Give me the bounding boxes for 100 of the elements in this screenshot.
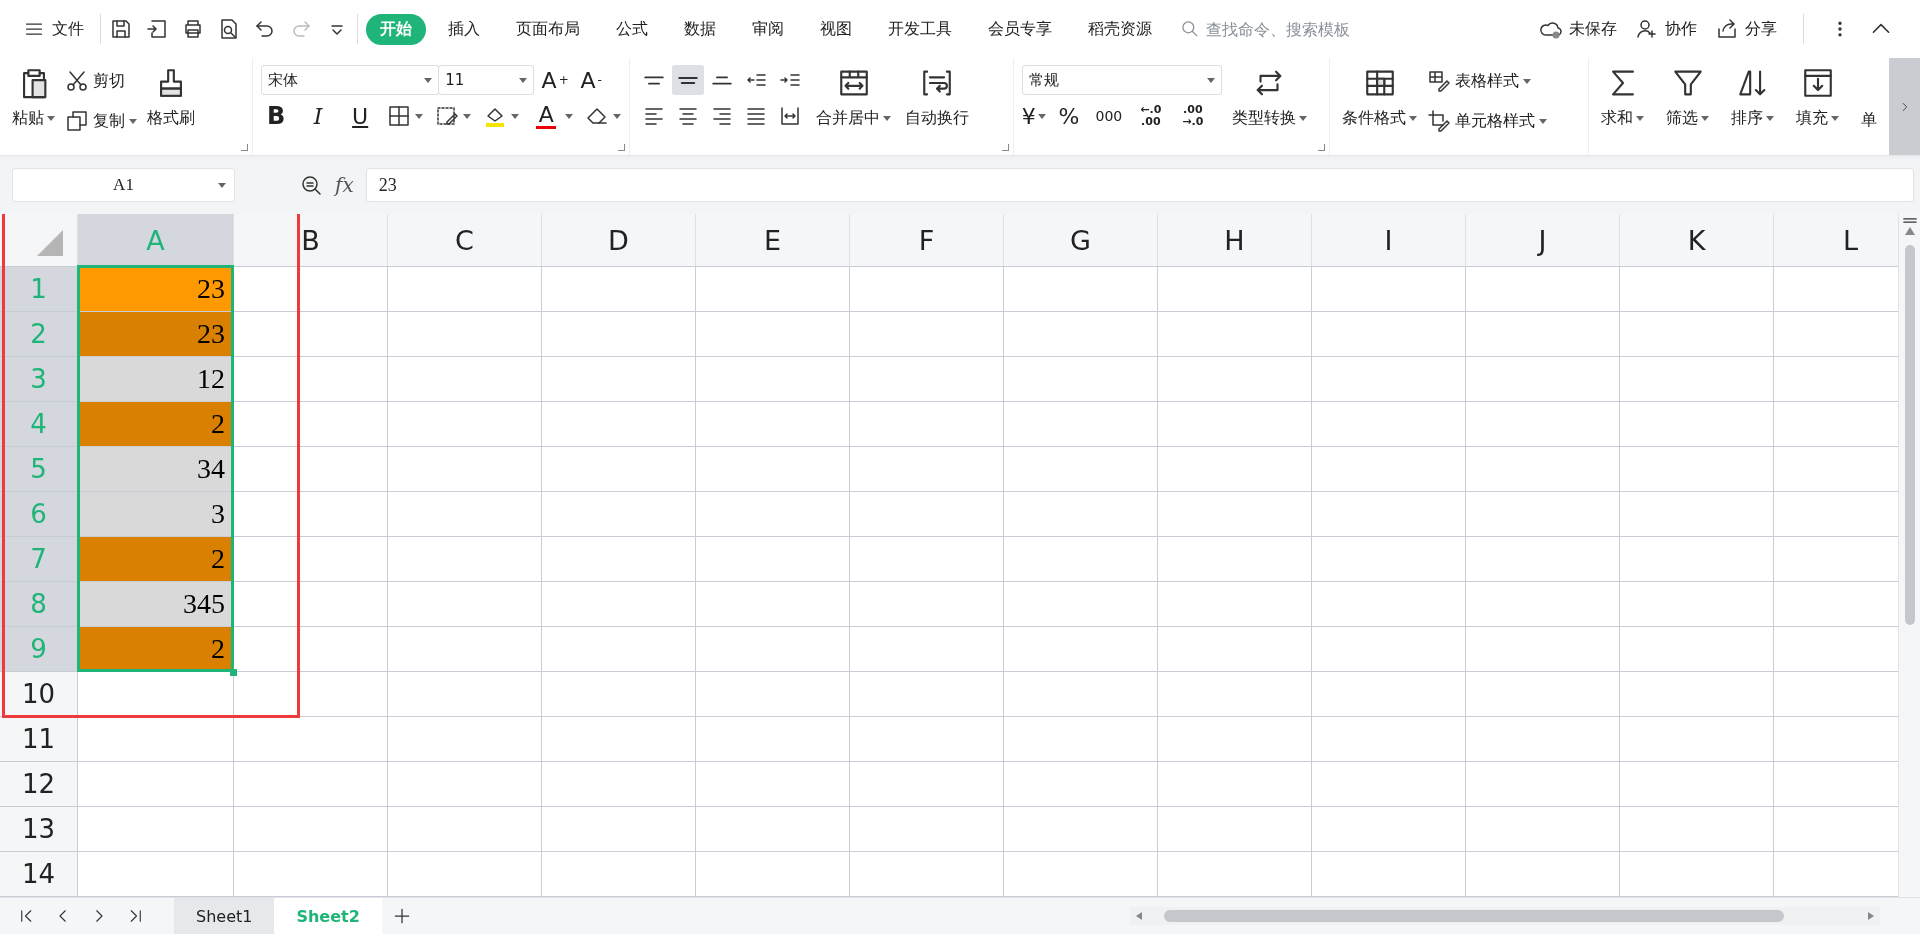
increase-font-button[interactable]: A$^{+}$ [540,65,571,95]
table-cell[interactable]: 345 [77,582,233,626]
column-header[interactable]: H [1157,214,1311,266]
column-header[interactable]: G [1003,214,1157,266]
ribbon-tab[interactable]: 会员专享 [974,13,1066,45]
export-icon[interactable] [145,17,169,41]
copy-button[interactable]: 复制 [65,106,137,136]
caret-icon [613,113,622,119]
ribbon-tab[interactable]: 页面布局 [502,13,594,45]
percent-button[interactable]: % [1053,101,1084,131]
vertical-align-button[interactable] [672,65,705,95]
caret-icon [1037,113,1046,119]
table-cell[interactable]: 12 [77,357,233,401]
align-top-icon [644,75,665,85]
decrease-decimal-button[interactable]: .00 →.0 [1175,104,1210,128]
horizontal-scrollbar[interactable] [1130,907,1880,925]
table-brush-icon [1427,69,1452,93]
caret-icon [565,113,574,119]
name-box[interactable]: A1 [12,168,235,202]
caret-icon [415,113,424,119]
column-header[interactable]: J [1465,214,1619,266]
save-status-button[interactable]: 未保存 [1539,17,1617,41]
function-label[interactable]: fx [335,173,354,197]
format-cell-icon [435,104,460,128]
table-cell[interactable]: 2 [77,402,233,446]
scroll-left-icon[interactable] [1136,912,1142,920]
sum-button[interactable]: 求和 [1597,62,1649,155]
scroll-right-icon[interactable] [1868,912,1874,920]
column-header[interactable]: C [387,214,541,266]
row-header[interactable]: 10 [0,672,77,716]
column-header[interactable]: D [541,214,695,266]
increase-decimal-button[interactable]: ←.0 .00 [1133,104,1168,128]
table-cell[interactable]: 3 [77,492,233,536]
search-field[interactable]: 查找命令、搜索模板 [1204,18,1398,40]
vertical-scrollbar[interactable] [1898,214,1920,897]
align-middle-icon [678,75,699,85]
paste-button[interactable]: 粘贴 [8,62,59,155]
ribbon-tab[interactable]: 公式 [602,13,662,45]
column-header[interactable]: E [695,214,849,266]
cut-off-label: 单 [1860,109,1879,131]
decrease-font-button[interactable]: A$^{-}$ [576,65,607,95]
grip-icon [1902,218,1917,223]
cut-button[interactable]: 剪切 [65,66,137,96]
underline-button[interactable]: U [345,101,376,131]
caret-icon [1206,77,1215,83]
row-header[interactable]: 12 [0,762,77,806]
bold-button[interactable]: B [261,101,292,131]
format-painter-button[interactable]: 格式刷 [143,62,199,155]
number-format-select[interactable]: 常规 [1021,65,1222,95]
fill-button[interactable]: 填充 [1792,62,1844,155]
ribbon-tab[interactable]: 插入 [434,13,494,45]
formula-field[interactable]: 23 [365,168,1914,202]
share-button[interactable]: 分享 [1715,17,1777,41]
font-size-select[interactable]: 11 [438,65,535,95]
table-cell[interactable]: 23 [77,312,233,356]
ribbon-tab[interactable]: 审阅 [738,13,798,45]
caret-icon [1523,78,1532,84]
merge-center-button[interactable]: 合并居中 [812,62,896,155]
table-style-button[interactable]: 表格样式 [1427,66,1548,96]
file-menu[interactable]: 文件 [16,14,92,44]
caret-icon [519,77,528,83]
table-cell[interactable]: 2 [77,537,233,581]
thousands-button[interactable]: 000 [1091,101,1126,131]
caret-icon [1766,116,1775,121]
caret-icon [463,113,472,119]
table-cell[interactable]: 34 [77,447,233,491]
column-header[interactable]: F [849,214,1003,266]
filter-button[interactable]: 筛选 [1662,62,1714,155]
convert-type-button[interactable]: 类型转换 [1227,62,1311,155]
fill-handle[interactable] [230,669,237,676]
table-cell[interactable]: 2 [77,627,233,671]
ribbon-tab[interactable]: 数据 [670,13,730,45]
font-name-select[interactable]: 宋体 [261,65,440,95]
share-icon [1715,17,1739,41]
italic-button[interactable]: I [303,101,334,131]
caret-icon [129,118,137,124]
cell-style-button[interactable]: 单元格样式 [1427,106,1548,136]
sheet-tab[interactable]: Sheet1 [174,898,275,934]
zoom-icon[interactable] [299,173,323,197]
currency-button[interactable]: ¥ [1021,101,1046,131]
ribbon-tab[interactable]: 视图 [806,13,866,45]
table-cell[interactable]: 23 [77,267,233,311]
wrap-text-button[interactable]: 自动换行 [901,62,974,155]
ribbon-tab[interactable]: 稻壳资源 [1074,13,1166,45]
column-header[interactable]: B [233,214,387,266]
row-header[interactable]: 13 [0,807,77,851]
ribbon-tab[interactable]: 开发工具 [874,13,966,45]
cell-brush-icon [1427,109,1452,133]
font-color-button[interactable]: A [531,101,574,131]
scroll-up-icon[interactable] [1904,227,1915,235]
caret-icon [1831,116,1840,121]
save-icon[interactable] [109,17,133,41]
caret-icon [1409,116,1418,121]
row-header[interactable]: 11 [0,717,77,761]
row-header[interactable]: 14 [0,852,77,896]
sort-button[interactable]: 排序 [1727,62,1779,155]
column-header[interactable]: I [1311,214,1465,266]
conditional-format-button[interactable]: 条件格式 [1338,62,1422,155]
collaborate-button[interactable]: 协作 [1635,17,1697,41]
column-header[interactable]: K [1619,214,1773,266]
